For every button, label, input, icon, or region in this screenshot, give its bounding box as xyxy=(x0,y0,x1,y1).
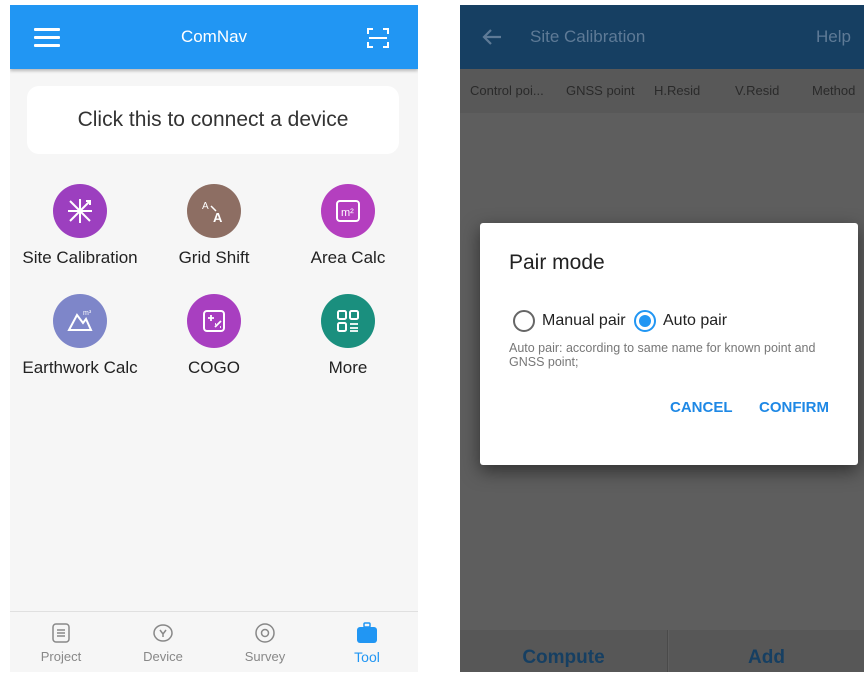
app-title: ComNav xyxy=(180,27,248,46)
tool-grid-shift[interactable]: A A Grid Shift xyxy=(144,184,284,294)
svg-text:m²: m² xyxy=(341,207,354,219)
tool-screen: ComNav Click this to connect a device Si… xyxy=(10,5,418,672)
back-arrow-icon[interactable] xyxy=(480,25,504,49)
tool-label: Grid Shift xyxy=(178,248,250,267)
svg-text:A: A xyxy=(213,210,223,225)
help-button[interactable]: Help xyxy=(816,5,851,69)
column-header[interactable]: V.Resid xyxy=(735,69,779,113)
site-calibration-icon xyxy=(53,184,107,238)
auto-pair-radio[interactable]: Auto pair xyxy=(634,309,734,333)
dialog-hint: Auto pair: according to same name for kn… xyxy=(509,341,816,369)
add-button[interactable]: Add xyxy=(669,630,864,672)
tab-label: Device xyxy=(143,649,183,664)
tool-label: More xyxy=(328,358,368,377)
radio-label: Manual pair xyxy=(542,312,626,329)
tab-label: Project xyxy=(40,649,82,664)
site-calibration-screen: Site Calibration Help Control poi... GNS… xyxy=(460,5,864,672)
compute-button[interactable]: Compute xyxy=(460,630,668,672)
bottom-tab-bar: Project Device Survey Tool xyxy=(10,611,418,672)
device-icon xyxy=(153,624,173,642)
column-header[interactable]: Method xyxy=(812,69,855,113)
tab-label: Survey xyxy=(244,649,286,664)
svg-text:A: A xyxy=(202,201,209,212)
survey-icon xyxy=(255,623,275,643)
tab-survey[interactable]: Survey xyxy=(214,612,316,672)
table-header: Control poi... GNSS point H.Resid V.Resi… xyxy=(460,69,864,113)
scan-icon[interactable] xyxy=(366,26,390,50)
tool-area-calc[interactable]: m² Area Calc xyxy=(278,184,418,294)
grid-shift-icon: A A xyxy=(187,184,241,238)
tool-label: Site Calibration xyxy=(22,248,138,267)
app-bar: ComNav xyxy=(10,5,418,69)
tab-device[interactable]: Device xyxy=(112,612,214,672)
area-calc-icon: m² xyxy=(321,184,375,238)
column-header[interactable]: Control poi... xyxy=(470,69,544,113)
tool-earthwork-calc[interactable]: m³ Earthwork Calc xyxy=(10,294,150,404)
app-bar: Site Calibration Help xyxy=(460,5,864,69)
column-header[interactable]: GNSS point xyxy=(566,69,635,113)
cancel-button[interactable]: CANCEL xyxy=(670,399,733,416)
manual-pair-radio[interactable]: Manual pair xyxy=(513,309,633,333)
pair-mode-dialog: Pair mode Manual pair Auto pair Auto pai… xyxy=(480,223,858,465)
tool-label: COGO xyxy=(188,358,240,377)
tool-more[interactable]: More xyxy=(278,294,418,404)
tab-tool[interactable]: Tool xyxy=(316,612,418,672)
confirm-button[interactable]: CONFIRM xyxy=(759,399,829,416)
radio-checked-icon xyxy=(634,310,656,332)
dialog-title: Pair mode xyxy=(509,251,605,274)
radio-label: Auto pair xyxy=(663,312,728,329)
tab-label: Tool xyxy=(354,649,380,665)
tool-site-calibration[interactable]: Site Calibration xyxy=(10,184,150,294)
tool-label: Earthwork Calc xyxy=(22,358,138,377)
cogo-icon xyxy=(187,294,241,348)
tool-label: Area Calc xyxy=(310,248,386,267)
tool-icon xyxy=(357,622,377,643)
connect-device-button[interactable]: Click this to connect a device xyxy=(27,86,399,154)
column-header[interactable]: H.Resid xyxy=(654,69,700,113)
tab-project[interactable]: Project xyxy=(10,612,112,672)
earthwork-calc-icon: m³ xyxy=(53,294,107,348)
svg-text:m³: m³ xyxy=(83,310,92,317)
bottom-actions: Compute Add xyxy=(460,630,864,672)
project-icon xyxy=(52,623,70,643)
tool-cogo[interactable]: COGO xyxy=(144,294,284,404)
radio-unchecked-icon xyxy=(513,310,535,332)
more-grid-icon xyxy=(321,294,375,348)
page-title: Site Calibration xyxy=(530,27,646,46)
